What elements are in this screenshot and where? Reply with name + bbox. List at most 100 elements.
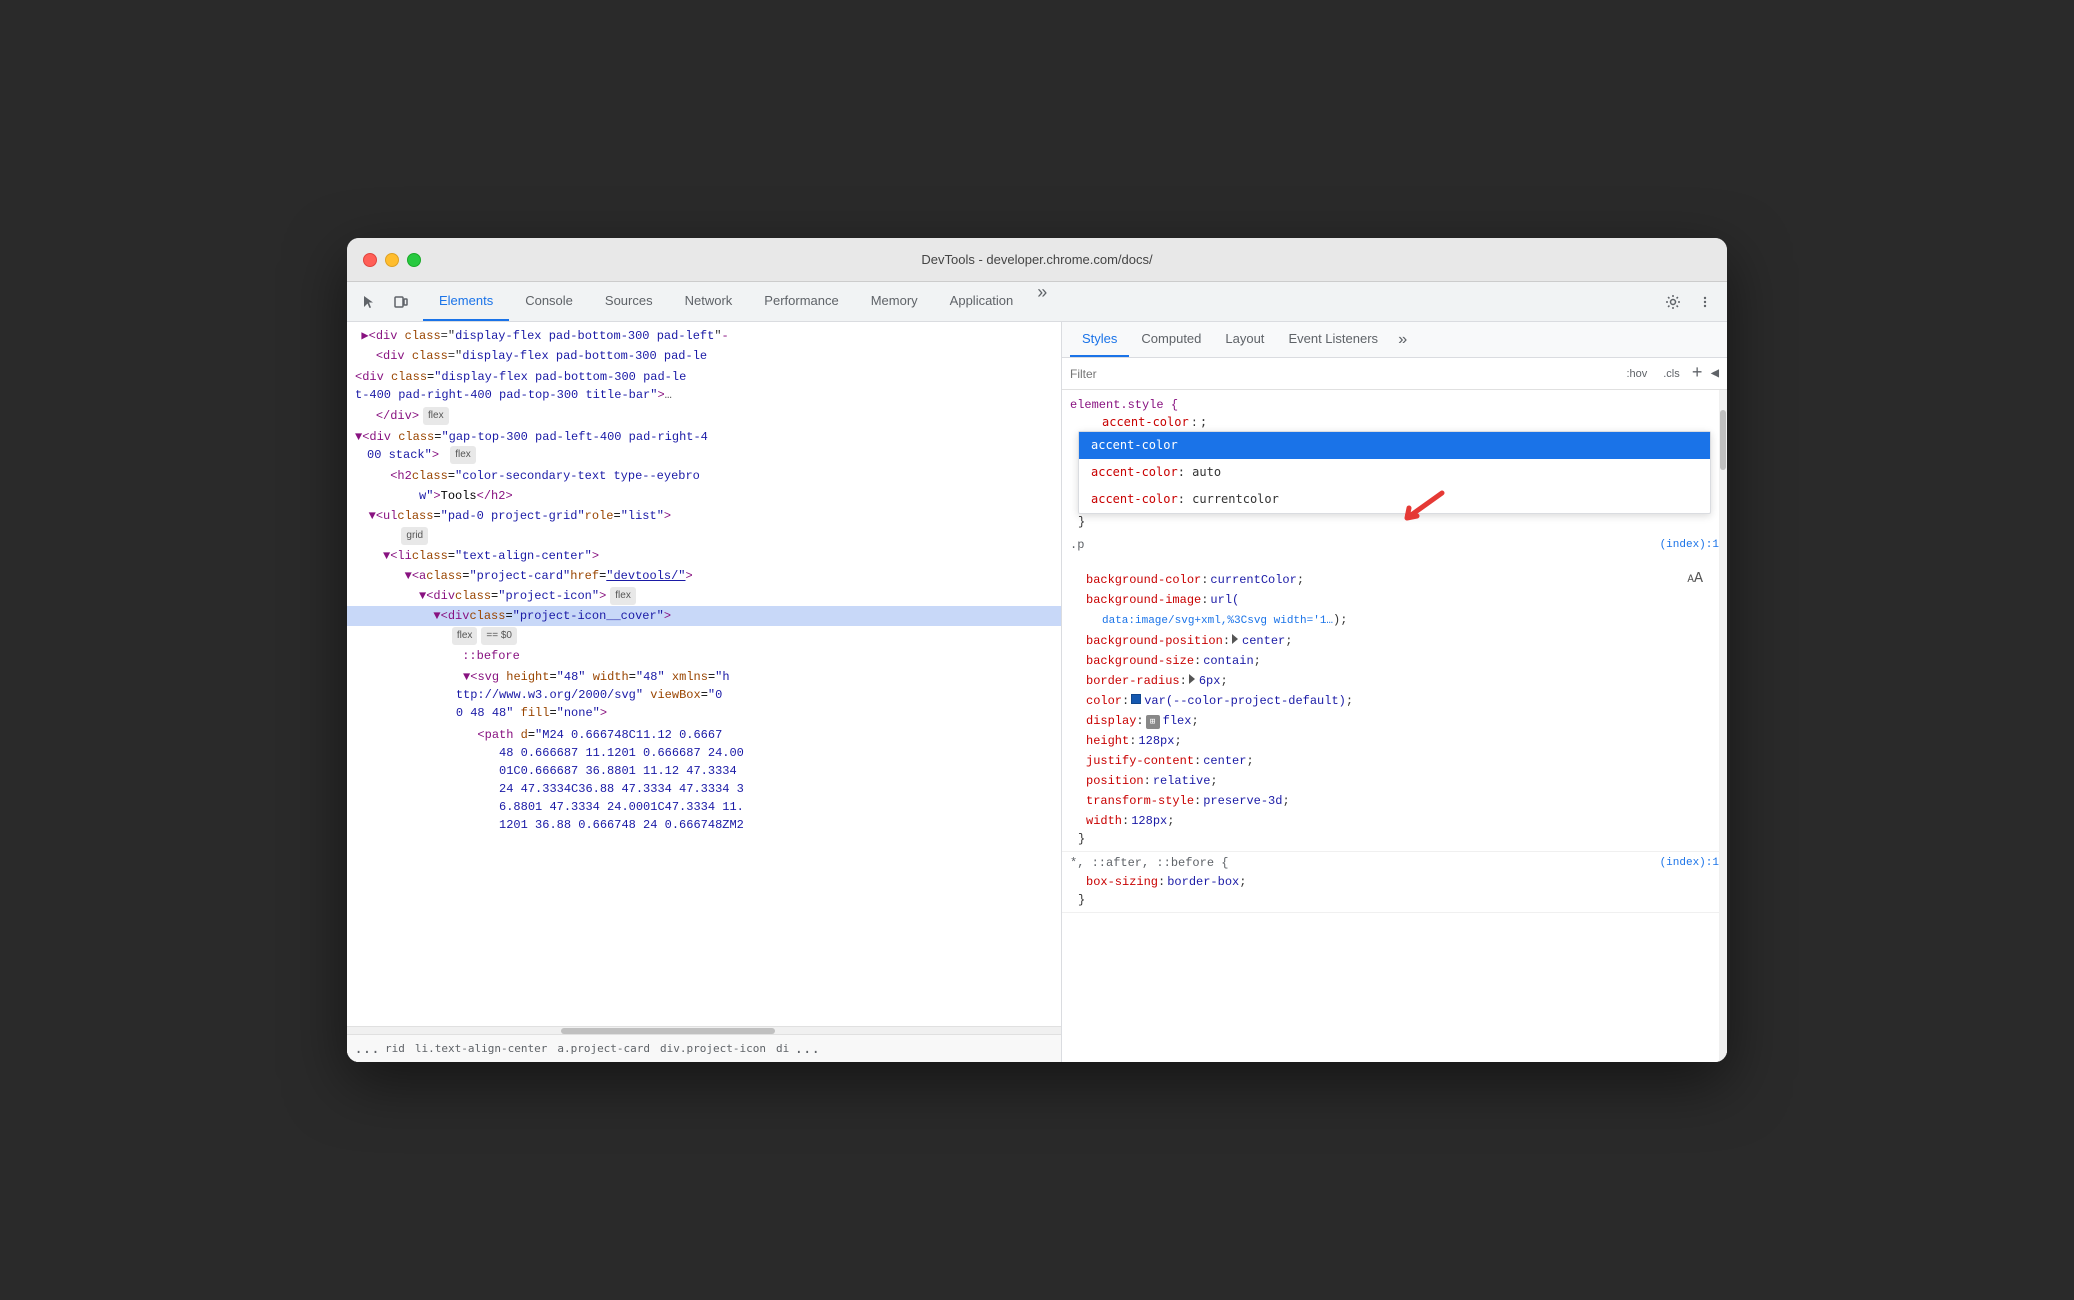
horizontal-scrollbar[interactable] [347, 1026, 1061, 1034]
svg-line[interactable]: ▼<svg height="48" width="48" xmlns="h tt… [347, 666, 1061, 724]
more-secondary-tabs[interactable]: » [1390, 331, 1416, 349]
code-line[interactable]: ::before [347, 646, 1061, 666]
path-line[interactable]: <path d="M24 0.666748C11.12 0.6667 48 0.… [347, 724, 1061, 836]
code-line[interactable]: ▼<ul class="pad-0 project-grid" role="li… [347, 506, 1061, 526]
customize-button[interactable] [1691, 288, 1719, 316]
tab-layout[interactable]: Layout [1213, 322, 1276, 357]
code-line-selected[interactable]: ▼<div class="project-icon__cover"> [347, 606, 1061, 626]
settings-button[interactable] [1659, 288, 1687, 316]
breadcrumb-more-left[interactable]: ... [355, 1037, 379, 1061]
code-line[interactable]: flex == $0 [347, 626, 1061, 646]
tab-application[interactable]: Application [934, 282, 1030, 321]
code-line[interactable]: ▼<a class="project-card" href="devtools/… [347, 566, 1061, 586]
display-flex-icon[interactable]: ⊞ [1146, 715, 1160, 729]
p-source[interactable]: (index):1 [1660, 539, 1719, 551]
editing-prop-name: accent-color [1086, 415, 1189, 429]
code-line[interactable]: </div> flex [347, 406, 1061, 426]
secondary-tabbar: Styles Computed Layout Event Listeners » [1062, 322, 1727, 358]
style-prop-border-radius[interactable]: border-radius: 6px; [1070, 671, 1719, 691]
style-prop-box-sizing[interactable]: box-sizing: border-box; [1070, 872, 1719, 892]
code-line[interactable]: w">Tools</h2> [347, 486, 1061, 506]
p-selector: .p [1070, 538, 1084, 552]
elements-panel[interactable]: ▶ <div class="display-flex pad-bottom-30… [347, 322, 1062, 1062]
style-rule-p: .p (index):1 background-color: currentCo… [1062, 534, 1727, 852]
tab-network[interactable]: Network [669, 282, 749, 321]
cls-button[interactable]: .cls [1659, 366, 1684, 382]
universal-selector-line: *, ::after, ::before { (index):1 [1070, 856, 1719, 870]
breadcrumb-item-di[interactable]: di [772, 1040, 793, 1057]
toolbar-right [1659, 288, 1719, 316]
minimize-button[interactable] [385, 253, 399, 267]
border-radius-triangle-icon[interactable] [1189, 674, 1195, 684]
flex-badge[interactable]: flex [423, 407, 449, 425]
style-prop-display[interactable]: display: ⊞ flex; [1070, 711, 1719, 731]
colon: : [1191, 416, 1198, 430]
breadcrumb-item-a[interactable]: a.project-card [553, 1040, 654, 1057]
tab-event-listeners[interactable]: Event Listeners [1276, 322, 1390, 357]
flex-badge-2[interactable]: flex [450, 446, 476, 464]
elements-code-view[interactable]: ▶ <div class="display-flex pad-bottom-30… [347, 322, 1061, 1026]
code-line[interactable]: <h2 class="color-secondary-text type--ey… [347, 466, 1061, 486]
code-line[interactable]: ▼<li class="text-align-center"> [347, 546, 1061, 566]
close-button[interactable] [363, 253, 377, 267]
scrollbar-thumb[interactable] [561, 1028, 775, 1034]
flex-badge-3[interactable]: flex [610, 587, 636, 605]
breadcrumb-item-li[interactable]: li.text-align-center [411, 1040, 551, 1057]
font-size-toggle[interactable]: AA [1687, 570, 1703, 587]
tab-styles[interactable]: Styles [1070, 322, 1129, 357]
breadcrumb-more-right[interactable]: ... [795, 1037, 819, 1061]
autocomplete-item-accent-color[interactable]: accent-color [1079, 432, 1710, 459]
style-prop-bg-color[interactable]: background-color: currentColor; [1070, 570, 1719, 590]
style-prop-position[interactable]: position: relative; [1070, 771, 1719, 791]
style-rule-universal: *, ::after, ::before { (index):1 box-siz… [1062, 852, 1727, 913]
style-prop-bg-image[interactable]: background-image: url( [1070, 590, 1719, 610]
tab-console[interactable]: Console [509, 282, 589, 321]
grid-badge[interactable]: grid [401, 527, 428, 545]
tab-computed[interactable]: Computed [1129, 322, 1213, 357]
more-tabs-button[interactable]: » [1029, 282, 1055, 321]
cursor-tool-button[interactable] [355, 288, 383, 316]
style-prop-bg-image-url[interactable]: data:image/svg+xml,%3Csvg width='1… ); [1070, 610, 1719, 631]
universal-source[interactable]: (index):1 [1660, 857, 1719, 869]
breadcrumb-item-rid[interactable]: rid [381, 1040, 409, 1057]
code-line[interactable]: ▶ <div class="display-flex pad-bottom-30… [347, 326, 1061, 346]
equals-badge[interactable]: == $0 [481, 627, 517, 645]
code-line[interactable]: <div class="display-flex pad-bottom-300 … [347, 346, 1061, 366]
tab-sources[interactable]: Sources [589, 282, 669, 321]
code-block-2[interactable]: ▼<div class="gap-top-300 pad-left-400 pa… [347, 426, 1061, 466]
code-block[interactable]: <div class="display-flex pad-bottom-300 … [347, 366, 1061, 406]
code-line[interactable]: ▼<div class="project-icon"> flex [347, 586, 1061, 606]
data-url-link[interactable]: data:image/svg+xml,%3Csvg width='1… [1102, 612, 1333, 630]
tab-memory[interactable]: Memory [855, 282, 934, 321]
top-tab-list: Elements Console Sources Network Perform… [423, 282, 1659, 321]
vertical-scrollbar-track[interactable] [1719, 390, 1727, 1062]
maximize-button[interactable] [407, 253, 421, 267]
toggle-sidebar-button[interactable]: ◀ [1711, 365, 1719, 382]
editing-line[interactable]: accent-color : ; [1070, 414, 1719, 431]
tab-performance[interactable]: Performance [748, 282, 854, 321]
device-toggle-button[interactable] [387, 288, 415, 316]
triangle-icon[interactable] [1232, 634, 1238, 644]
code-line[interactable]: grid [347, 526, 1061, 546]
filter-bar: :hov .cls + ◀ [1062, 358, 1727, 390]
color-swatch[interactable] [1131, 694, 1141, 704]
style-prop-bg-position[interactable]: background-position: center; [1070, 631, 1719, 651]
style-prop-bg-size[interactable]: background-size: contain; [1070, 651, 1719, 671]
styles-content[interactable]: element.style { accent-color : ; [1062, 390, 1727, 1062]
vertical-scrollbar-thumb[interactable] [1720, 410, 1726, 470]
style-prop-height[interactable]: height: 128px; [1070, 731, 1719, 751]
style-prop-width[interactable]: width: 128px; [1070, 811, 1719, 831]
flex-badge-4[interactable]: flex [452, 627, 478, 645]
add-style-button[interactable]: + [1692, 364, 1703, 384]
style-prop-color[interactable]: color: var(--color-project-default); [1070, 691, 1719, 711]
traffic-lights [363, 253, 421, 267]
breadcrumb-item-div-icon[interactable]: div.project-icon [656, 1040, 770, 1057]
hov-button[interactable]: :hov [1622, 366, 1651, 382]
tab-elements[interactable]: Elements [423, 282, 509, 321]
window-title: DevTools - developer.chrome.com/docs/ [921, 252, 1152, 267]
styles-panel: Styles Computed Layout Event Listeners » [1062, 322, 1727, 1062]
style-prop-justify-content[interactable]: justify-content: center; [1070, 751, 1719, 771]
red-arrow-icon [1367, 478, 1447, 528]
filter-input[interactable] [1070, 367, 1614, 381]
style-prop-transform-style[interactable]: transform-style: preserve-3d; [1070, 791, 1719, 811]
